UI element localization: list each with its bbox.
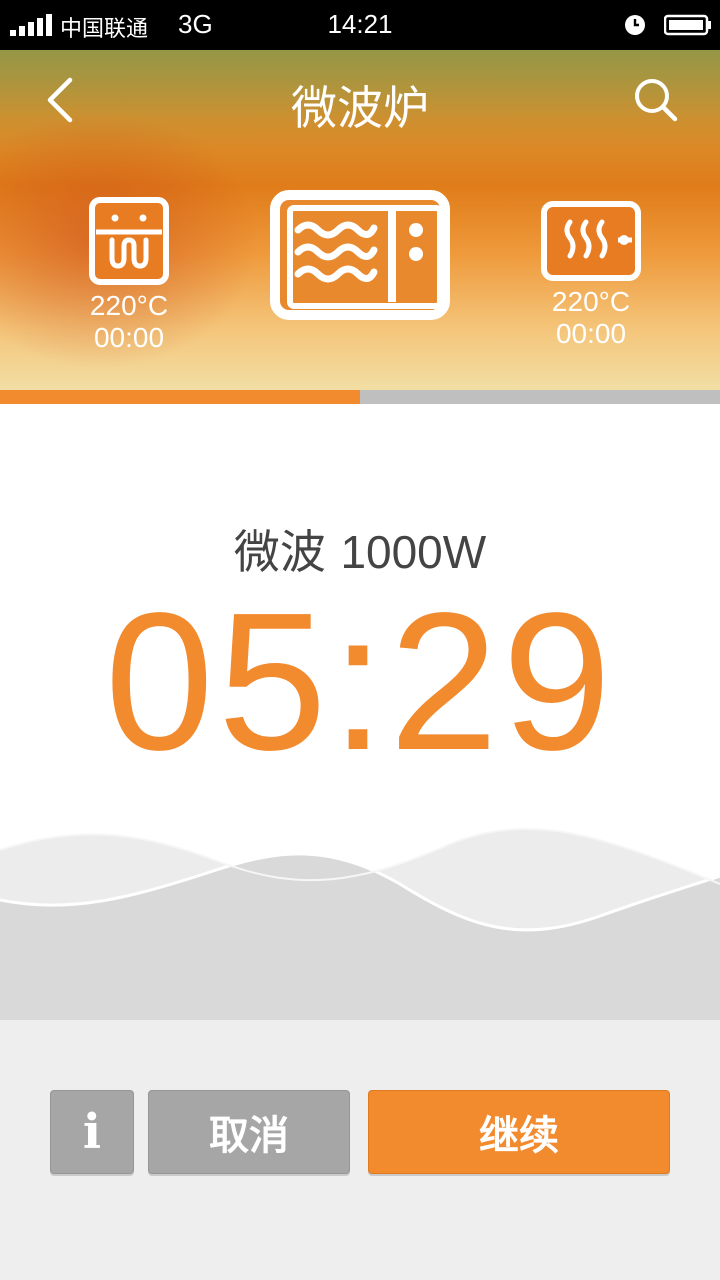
microwave-icon xyxy=(270,190,450,320)
alarm-clock-icon xyxy=(625,15,645,35)
decorative-waves xyxy=(0,828,720,1020)
progress-fill xyxy=(0,390,360,404)
status-bar: 中国联通 3G 14:21 xyxy=(0,0,720,50)
oven-icon xyxy=(89,197,169,285)
steam-icon xyxy=(541,201,641,281)
steam-temp: 220°C xyxy=(551,286,631,317)
timer-panel: 微波 1000W 05:29 xyxy=(0,404,720,1020)
page-title: 微波炉 xyxy=(291,81,429,135)
header: 微波炉 220°C 00:00 220°C 00:00 xyxy=(0,50,720,390)
status-time: 14:21 xyxy=(327,9,393,39)
search-button[interactable] xyxy=(628,72,684,128)
mode-label: 微波 xyxy=(233,525,326,579)
oven-temp: 220°C xyxy=(89,290,169,321)
info-button[interactable]: i xyxy=(50,1090,134,1174)
oven-time: 00:00 xyxy=(93,322,165,353)
action-bar: i 取消 继续 xyxy=(0,1020,720,1280)
continue-button[interactable]: 继续 xyxy=(368,1090,670,1174)
cooking-progress-bar xyxy=(0,390,720,404)
title-bar: 微波炉 xyxy=(0,50,720,148)
oven-mode-button[interactable]: 220°C 00:00 xyxy=(88,196,170,354)
countdown-timer: 05:29 xyxy=(104,572,616,791)
battery-icon xyxy=(664,14,711,36)
cancel-button[interactable]: 取消 xyxy=(148,1090,350,1174)
steam-mode-button[interactable]: 220°C 00:00 xyxy=(540,200,642,350)
power-label: 1000W xyxy=(340,526,487,578)
steam-time: 00:00 xyxy=(555,318,627,349)
search-icon xyxy=(635,79,678,122)
microwave-mode-button[interactable] xyxy=(270,190,450,324)
